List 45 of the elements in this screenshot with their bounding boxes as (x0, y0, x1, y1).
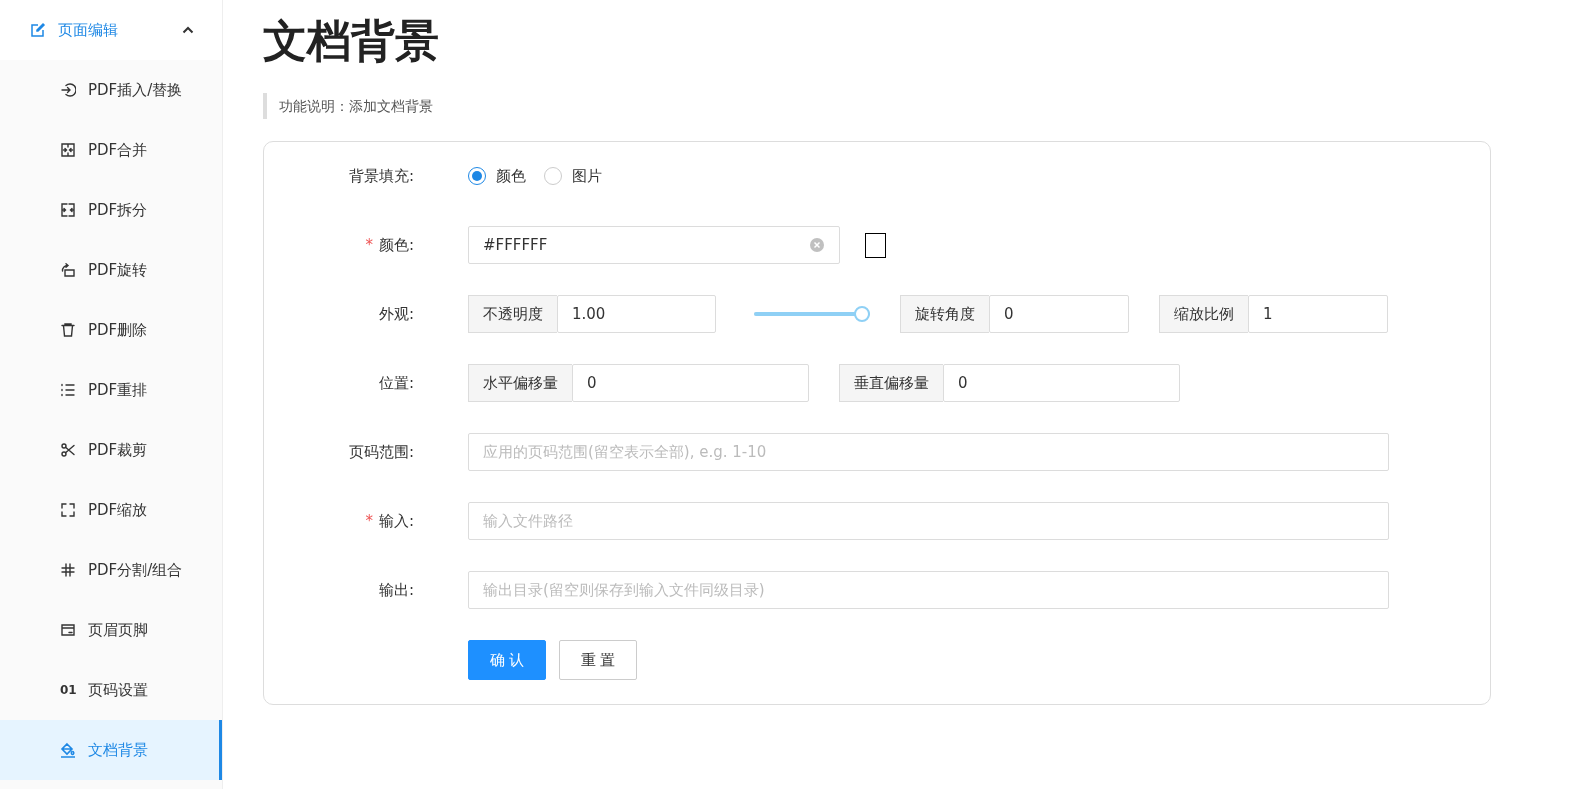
sidebar-item[interactable]: PDF旋转 (0, 240, 222, 300)
field-label: 外观: (377, 303, 414, 325)
page-title: 文档背景 (263, 14, 440, 68)
hash-icon (60, 562, 76, 578)
paint-bucket-icon (60, 742, 76, 758)
text-field[interactable]: 输入文件路径 (468, 502, 1389, 541)
description: 功能说明：添加文档背景 (263, 93, 1542, 120)
field-label: * 颜色: (364, 234, 414, 256)
reset-button[interactable]: 重 置 (559, 640, 637, 681)
sidebar-item[interactable]: PDF删除 (0, 300, 222, 360)
scissors-icon (60, 442, 76, 458)
opacity-slider[interactable] (754, 306, 870, 323)
edit-icon (30, 22, 46, 38)
caret-icon (182, 26, 194, 34)
clear-icon[interactable] (809, 237, 825, 254)
sidebar-item[interactable]: PDF合并 (0, 120, 222, 180)
field-label: 输出: (377, 579, 414, 601)
trash-icon (60, 322, 76, 338)
sidebar-item[interactable]: PDF分割/组合 (0, 540, 222, 600)
field-label: 页码范围: (347, 441, 414, 463)
expand-icon (60, 502, 76, 518)
field-label: 位置: (377, 372, 414, 394)
rotate-icon (60, 262, 76, 278)
sidebar-item[interactable]: 01 页码设置 (0, 660, 222, 720)
field-label: 背景填充: (347, 165, 414, 187)
sidebar-item[interactable]: PDF插入/替换 (0, 60, 222, 120)
color-swatch[interactable] (865, 232, 886, 258)
field-label: * 输入: (364, 510, 414, 532)
sidebar-item[interactable]: PDF缩放 (0, 480, 222, 540)
color-field[interactable]: #FFFFFF (468, 226, 840, 265)
radio-option[interactable]: 颜色 (468, 164, 526, 188)
radio-option[interactable]: 图片 (544, 164, 602, 188)
text-field[interactable]: 输出目录(留空则保存到输入文件同级目录) (468, 571, 1389, 610)
merge-icon (60, 142, 76, 158)
header-footer-icon (60, 622, 76, 638)
sidebar-item[interactable]: PDF裁剪 (0, 420, 222, 480)
split-icon (60, 202, 76, 218)
number-icon: 01 (60, 681, 76, 699)
sidebar-item[interactable]: 页眉页脚 (0, 600, 222, 660)
text-field[interactable]: 应用的页码范围(留空表示全部), e.g. 1-10 (468, 433, 1389, 472)
menu-group[interactable]: 页面编辑 (0, 0, 222, 60)
sidebar-item[interactable]: PDF重排 (0, 360, 222, 420)
numbered-list-icon (60, 382, 76, 398)
sidebar-item[interactable]: PDF拆分 (0, 180, 222, 240)
enter-icon (60, 82, 76, 98)
